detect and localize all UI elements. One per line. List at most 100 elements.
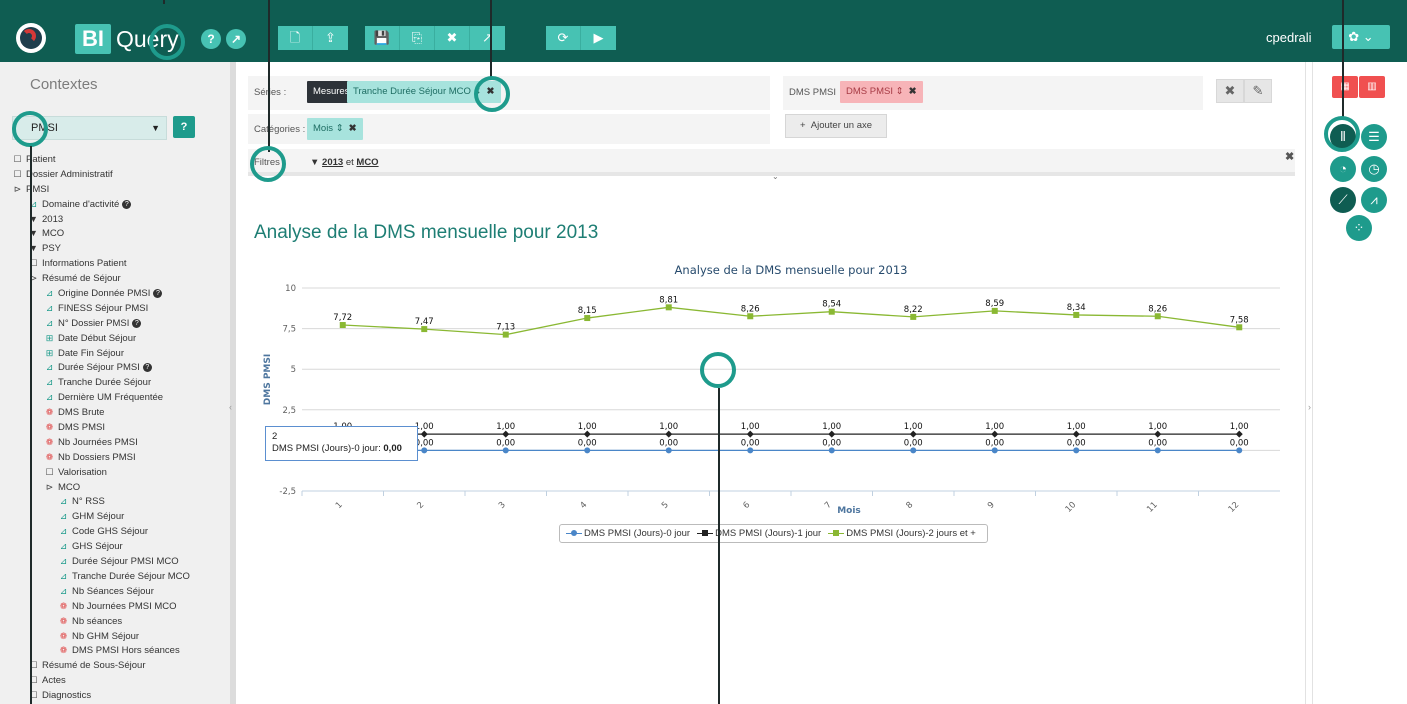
tree-item-label: Résumé de Sous-Séjour bbox=[42, 660, 146, 672]
tree-item[interactable]: ⊿ GHS Séjour bbox=[0, 539, 225, 554]
chart-view-icon[interactable]: ▥ bbox=[1359, 76, 1385, 98]
open-external-icon[interactable]: ↗ bbox=[470, 26, 505, 50]
tree-item[interactable]: ⊿ GHM Séjour bbox=[0, 509, 225, 524]
tree-item[interactable]: ⊿ Durée Séjour PMSI? bbox=[0, 360, 225, 375]
close-filters-icon[interactable]: ✖ bbox=[1285, 150, 1294, 163]
tree-item[interactable]: ⊿ N° Dossier PMSI? bbox=[0, 316, 225, 331]
save-icon[interactable]: 💾 bbox=[365, 26, 400, 50]
legend-item[interactable]: DMS PMSI (Jours)-0 jour bbox=[566, 525, 690, 542]
right-splitter[interactable]: › bbox=[1305, 62, 1313, 704]
filter-mco[interactable]: MCO bbox=[356, 157, 378, 168]
tree-item[interactable]: ⊿ Domaine d'activité? bbox=[0, 197, 225, 212]
collapse-right-icon[interactable]: › bbox=[1308, 402, 1311, 412]
remove-chip-icon[interactable]: ✖ bbox=[909, 86, 917, 97]
left-splitter[interactable]: ‹ bbox=[229, 62, 244, 704]
tree-item-label: Nb Journées PMSI bbox=[58, 436, 138, 448]
tree-item[interactable]: ▼ 2013 bbox=[0, 212, 225, 227]
tree-item[interactable]: ☐ Résumé de Sous-Séjour bbox=[0, 658, 225, 673]
measure-chip-dms[interactable]: DMS PMSI ⇕ ✖ bbox=[840, 81, 923, 103]
tree-item[interactable]: ☐ Valorisation bbox=[0, 465, 225, 480]
bar-chart-icon[interactable]: ☰ bbox=[1361, 124, 1387, 150]
legend-item[interactable]: DMS PMSI (Jours)-1 jour bbox=[697, 525, 821, 542]
remove-chip-icon[interactable]: ✖ bbox=[349, 123, 357, 134]
help-icon[interactable]: ? bbox=[201, 29, 221, 49]
line-chart-icon[interactable]: ⟋ bbox=[1330, 187, 1356, 213]
category-chip-mois[interactable]: Mois ⇕ ✖ bbox=[307, 118, 363, 140]
tree-item[interactable]: ▼ PSY bbox=[0, 241, 225, 256]
chevron-down-icon[interactable]: ⌄ bbox=[772, 172, 779, 181]
tree-item[interactable]: ⊿ Durée Séjour PMSI MCO bbox=[0, 554, 225, 569]
combo-chart-icon[interactable]: ⩘ bbox=[1361, 187, 1387, 213]
edit-icon[interactable]: ✎ bbox=[1244, 79, 1272, 103]
pie-chart-icon[interactable]: ◔ bbox=[1330, 156, 1356, 182]
tree-item[interactable]: ❁ DMS PMSI bbox=[0, 420, 225, 435]
tree-item[interactable]: ▼ MCO bbox=[0, 226, 225, 241]
caret-down-icon: ▼ bbox=[151, 123, 160, 133]
filter-2013[interactable]: 2013 bbox=[322, 157, 343, 168]
tree-item[interactable]: ☐ Actes bbox=[0, 673, 225, 688]
y-tick-label: -2,5 bbox=[279, 487, 296, 497]
delete-icon[interactable]: ✖ bbox=[435, 26, 470, 50]
tree-item[interactable]: ❁ Nb Journées PMSI bbox=[0, 435, 225, 450]
folder-icon: ☐ bbox=[13, 168, 22, 179]
sort-icon[interactable]: ⇕ bbox=[896, 86, 904, 97]
help-icon[interactable]: ? bbox=[142, 363, 152, 373]
expand-icon[interactable]: ↗ bbox=[226, 29, 246, 49]
settings-dropdown-button[interactable]: ✿ ⌄ bbox=[1332, 25, 1390, 49]
tree-item[interactable]: ⊿ Origine Donnée PMSI? bbox=[0, 286, 225, 301]
data-label: 1,00 bbox=[985, 422, 1004, 432]
tree-item[interactable]: ☐ Dossier Administratif bbox=[0, 167, 225, 182]
tree-item[interactable]: ❁ DMS PMSI Hors séances bbox=[0, 643, 225, 658]
edit-toolbar: 💾 ⎘ ✖ ↗ bbox=[365, 26, 505, 50]
y-tick-label: 2,5 bbox=[282, 406, 296, 416]
tree-item[interactable]: ⊳ PMSI bbox=[0, 182, 225, 197]
tree-item[interactable]: ⊿ Dernière UM Fréquentée bbox=[0, 390, 225, 405]
table-view-icon[interactable]: ▦ bbox=[1332, 76, 1358, 98]
refresh-icon[interactable]: ⟳ bbox=[546, 26, 581, 50]
help-icon[interactable]: ? bbox=[153, 289, 163, 298]
upload-icon[interactable]: ⇪ bbox=[313, 26, 348, 50]
tree-item[interactable]: ⊞ Date Fin Séjour bbox=[0, 346, 225, 361]
gauge-chart-icon[interactable]: ◷ bbox=[1361, 156, 1387, 182]
context-help-button[interactable]: ? bbox=[173, 116, 195, 138]
tree-item-label: Nb Dossiers PMSI bbox=[58, 451, 136, 463]
play-icon[interactable]: ▶ bbox=[581, 26, 616, 50]
tree-item[interactable]: ☐ Informations Patient bbox=[0, 256, 225, 271]
scatter-chart-icon[interactable]: ⁘ bbox=[1346, 215, 1372, 241]
username[interactable]: cpedrali bbox=[1266, 30, 1312, 45]
measure-label: DMS PMSI bbox=[789, 87, 836, 98]
tree-item[interactable]: ❁ DMS Brute bbox=[0, 405, 225, 420]
new-file-icon[interactable]: 🗋 bbox=[278, 26, 313, 50]
tree-item[interactable]: ❁ Nb séances bbox=[0, 614, 225, 629]
tree-item[interactable]: ⊞ Date Début Séjour bbox=[0, 331, 225, 346]
sort-icon[interactable]: ⇕ bbox=[336, 123, 344, 134]
data-label: 0,00 bbox=[496, 438, 515, 448]
tree-item[interactable]: ⊿ N° RSS bbox=[0, 494, 225, 509]
tree-item[interactable]: ☐ Patient bbox=[0, 152, 225, 167]
tree-item[interactable]: ⊿ Nb Séances Séjour bbox=[0, 584, 225, 599]
legend-marker bbox=[566, 529, 582, 538]
clear-icon[interactable]: ✖ bbox=[1216, 79, 1244, 103]
tree-item[interactable]: ❁ Nb Journées PMSI MCO bbox=[0, 599, 225, 614]
tree-item[interactable]: ⊿ FINESS Séjour PMSI bbox=[0, 301, 225, 316]
legend-item[interactable]: DMS PMSI (Jours)-2 jours et + bbox=[828, 525, 976, 542]
tree-item[interactable]: ⊿ Tranche Durée Séjour bbox=[0, 375, 225, 390]
add-axis-button[interactable]: + Ajouter un axe bbox=[785, 114, 887, 138]
tree-item[interactable]: ⊳ MCO bbox=[0, 480, 225, 495]
annotation-circle bbox=[700, 352, 736, 388]
data-label: 7,13 bbox=[496, 323, 515, 333]
tree-item[interactable]: ⊳ Résumé de Séjour bbox=[0, 271, 225, 286]
tree-item[interactable]: ⊿ Code GHS Séjour bbox=[0, 524, 225, 539]
x-tick-label: 5 bbox=[660, 500, 671, 511]
collapse-left-icon[interactable]: ‹ bbox=[229, 402, 232, 412]
tree-item[interactable]: ❁ Nb Dossiers PMSI bbox=[0, 450, 225, 465]
help-icon[interactable]: ? bbox=[122, 199, 132, 209]
filters-summary[interactable]: ▼ 2013 et MCO bbox=[310, 157, 379, 168]
tree-item[interactable]: ⊿ Tranche Durée Séjour MCO bbox=[0, 569, 225, 584]
help-icon[interactable]: ? bbox=[132, 318, 142, 328]
data-label: 7,47 bbox=[415, 317, 434, 327]
page-title: Analyse de la DMS mensuelle pour 2013 bbox=[254, 222, 599, 243]
tree-item[interactable]: ❁ Nb GHM Séjour bbox=[0, 629, 225, 644]
copy-icon[interactable]: ⎘ bbox=[400, 26, 435, 50]
tree-item[interactable]: ☐ Diagnostics bbox=[0, 688, 225, 703]
